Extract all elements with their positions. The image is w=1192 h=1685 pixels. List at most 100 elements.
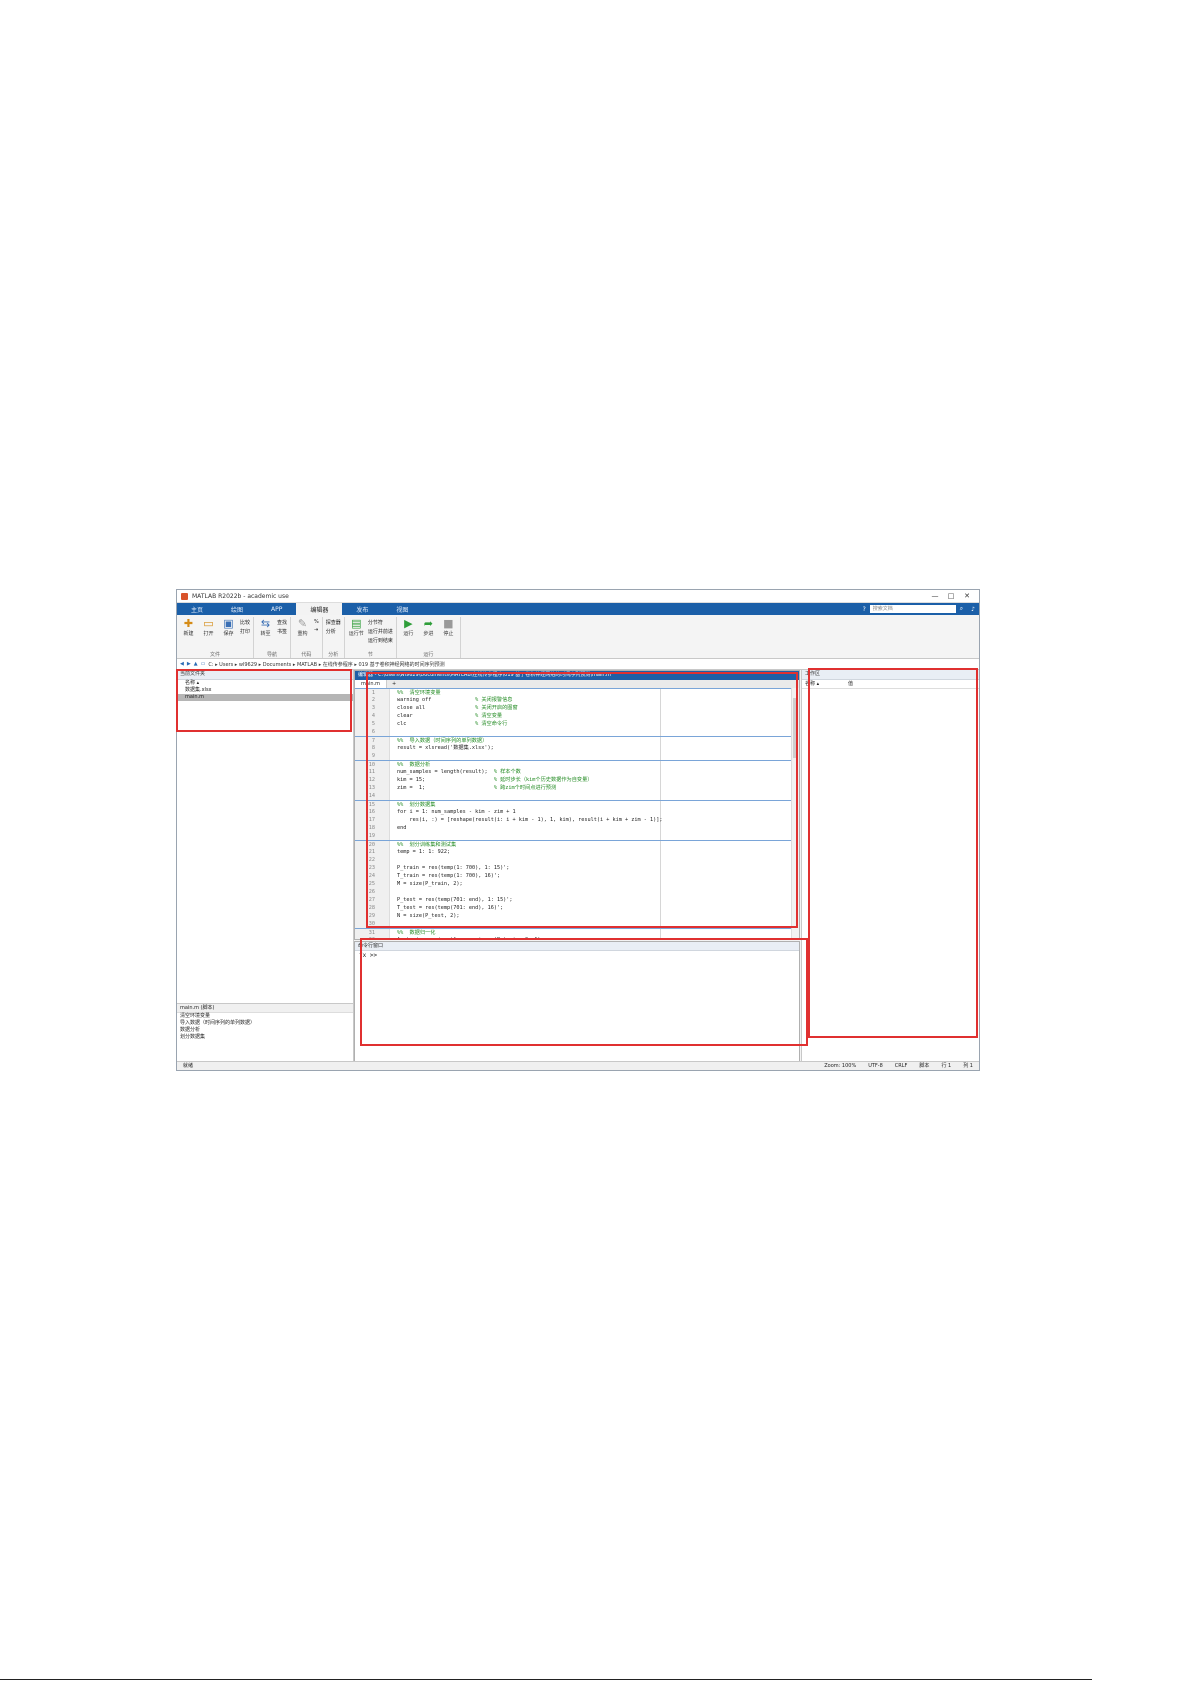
file-item-xlsx[interactable]: 数据集.xlsx: [177, 687, 353, 694]
workspace-name-column[interactable]: 名称 ▴: [802, 680, 845, 688]
code-line[interactable]: 32 [p_train, ps_input] = mapminmax(P_trai…: [355, 936, 799, 939]
back-arrow-icon[interactable]: ◀: [180, 661, 184, 667]
stop-button[interactable]: ■ 停止: [440, 617, 457, 651]
code-line[interactable]: 12 kim = 15; % 延时步长（kim个历史数据作为自变量）: [355, 776, 799, 784]
goto-button[interactable]: ⇆ 转至: [257, 617, 274, 651]
code-line[interactable]: 19: [355, 832, 799, 840]
refactor-button[interactable]: ✎ 重构: [294, 617, 311, 651]
tab-apps[interactable]: APP: [257, 603, 296, 615]
search-documentation-input[interactable]: 搜索文档: [869, 605, 956, 613]
file-item-main-m[interactable]: main.m: [177, 694, 353, 701]
code-area[interactable]: 1%% 清空环境变量 2 warning off % 关闭报警信息 3 close al…: [355, 688, 799, 939]
code-line[interactable]: 14: [355, 792, 799, 800]
line-number: 29: [368, 913, 375, 919]
code-line[interactable]: 13 zim = 1; % 跨zim个时间点进行预测: [355, 784, 799, 792]
code-line[interactable]: 28 T_test = res(temp(701: end), 16)';: [355, 904, 799, 912]
code-line[interactable]: 25 M = size(P_train, 2);: [355, 880, 799, 888]
details-item[interactable]: 划分数据集: [177, 1034, 353, 1041]
code-line[interactable]: 4 clear % 清空变量: [355, 712, 799, 720]
code-line[interactable]: 22: [355, 856, 799, 864]
comment-icon[interactable]: %: [314, 619, 319, 625]
line-number: 21: [368, 849, 375, 855]
status-line: 行 1: [941, 1063, 952, 1069]
line-number: 30: [368, 921, 375, 927]
code-text: P_test = res(temp(701: end), 1: 15)';: [397, 897, 513, 903]
code-line[interactable]: 5 clc % 清空命令行: [355, 720, 799, 728]
address-bar[interactable]: ◀ ▶ ▲ ▭ C: ▸ Users ▸ wl9629 ▸ Documents …: [177, 659, 979, 670]
code-line[interactable]: 18 end: [355, 824, 799, 832]
code-line[interactable]: 23 P_train = res(temp(1: 700), 1: 15)';: [355, 864, 799, 872]
line-number: 18: [368, 825, 375, 831]
workspace-columns: 名称 ▴ 值: [802, 680, 979, 689]
status-zoom: Zoom: 100%: [824, 1063, 857, 1069]
compare-button[interactable]: 比较: [240, 619, 250, 626]
code-line[interactable]: 11 num_samples = length(result); % 样本个数: [355, 768, 799, 776]
run-section-button[interactable]: ▤ 运行节: [348, 617, 365, 651]
browse-folder-icon[interactable]: ▭: [201, 661, 206, 667]
ribbon-group-code: ✎ 重构 % ⇥ 代码: [291, 617, 323, 658]
code-text: res(i, :) = [reshape(result(i: i + kim -…: [397, 817, 663, 823]
code-line[interactable]: 26: [355, 888, 799, 896]
code-line[interactable]: 3 close all % 关闭开启的图窗: [355, 704, 799, 712]
details-title[interactable]: main.m (脚本): [177, 1004, 353, 1013]
code-text: for i = 1: num_samples - kim - zim + 1: [397, 809, 516, 815]
line-number: 9: [371, 753, 375, 759]
profiler-button[interactable]: 探查器: [326, 619, 341, 626]
details-item[interactable]: 数据分析: [177, 1027, 353, 1034]
save-button[interactable]: ▣ 保存: [220, 617, 237, 651]
tab-home[interactable]: 主页: [177, 603, 217, 615]
run-button[interactable]: ▶ 运行: [400, 617, 417, 651]
tab-editor[interactable]: 编辑器: [296, 603, 343, 615]
line-number: 12: [368, 777, 375, 783]
code-line[interactable]: 17 res(i, :) = [reshape(result(i: i + ki…: [355, 816, 799, 824]
forward-arrow-icon[interactable]: ▶: [187, 661, 191, 667]
code-line[interactable]: 8 result = xlsread('数据集.xlsx');: [355, 744, 799, 752]
up-folder-icon[interactable]: ▲: [194, 661, 198, 667]
print-button[interactable]: 打印: [240, 628, 250, 635]
code-line[interactable]: 21 temp = 1: 1: 922;: [355, 848, 799, 856]
notification-bell-icon[interactable]: ♪: [967, 603, 979, 615]
code-line[interactable]: 29 N = size(P_test, 2);: [355, 912, 799, 920]
code-line[interactable]: 2 warning off % 关闭报警信息: [355, 696, 799, 704]
step-button[interactable]: ➦ 步进: [420, 617, 437, 651]
section-break-button[interactable]: 分节符: [368, 619, 393, 626]
help-icon[interactable]: ?: [859, 603, 870, 615]
page-footer-rule: [0, 1679, 1092, 1680]
code-line[interactable]: 30: [355, 920, 799, 928]
code-text: kim = 15; % 延时步长（kim个历史数据作为自变量）: [397, 777, 593, 783]
line-number: 23: [368, 865, 375, 871]
details-item[interactable]: 导入数据（时间序列的单列数据）: [177, 1020, 353, 1027]
run-to-end-button[interactable]: 运行到结束: [368, 637, 393, 644]
scrollbar-thumb[interactable]: [793, 698, 798, 758]
tab-plots[interactable]: 绘图: [217, 603, 257, 615]
code-line[interactable]: 27 P_test = res(temp(701: end), 1: 15)';: [355, 896, 799, 904]
minimize-button[interactable]: —: [927, 592, 943, 600]
run-and-advance-button[interactable]: 运行并前进: [368, 628, 393, 635]
code-line[interactable]: 24 T_train = res(temp(1: 700), 16)';: [355, 872, 799, 880]
desktop-area: 当前文件夹 名称 ▴ 数据集.xlsx main.m main.m (脚本) 清…: [177, 670, 979, 1062]
code-text: [p_train, ps_input] = mapminmax(P_train,…: [397, 936, 544, 939]
code-line[interactable]: 16 for i = 1: num_samples - kim - zim + 1: [355, 808, 799, 816]
details-item[interactable]: 清空环境变量: [177, 1013, 353, 1020]
line-number: 22: [368, 857, 375, 863]
editor-tab-main-m[interactable]: main.m: [355, 680, 387, 688]
open-button[interactable]: ▭ 打开: [200, 617, 217, 651]
name-column-header[interactable]: 名称 ▴: [177, 680, 353, 687]
analyze-button[interactable]: 分析: [326, 628, 341, 635]
new-button[interactable]: ✚ 新建: [180, 617, 197, 651]
find-button[interactable]: 查找: [277, 619, 287, 626]
maximize-button[interactable]: □: [943, 592, 959, 600]
new-tab-button[interactable]: +: [387, 681, 401, 687]
ribbon-group-section: ▤ 运行节 分节符 运行并前进 运行到结束 节: [345, 617, 397, 658]
tab-publish[interactable]: 发布: [342, 603, 382, 615]
code-line[interactable]: 9: [355, 752, 799, 760]
code-line[interactable]: 6: [355, 728, 799, 736]
search-icon[interactable]: ⌕: [956, 603, 967, 615]
workspace-value-column[interactable]: 值: [845, 680, 888, 688]
editor-scrollbar[interactable]: [791, 688, 799, 939]
tab-view[interactable]: 视图: [382, 603, 422, 615]
close-button[interactable]: ✕: [959, 592, 975, 600]
command-prompt[interactable]: fx >>: [355, 951, 799, 961]
indent-icon[interactable]: ⇥: [314, 627, 319, 633]
bookmark-button[interactable]: 书签: [277, 628, 287, 635]
